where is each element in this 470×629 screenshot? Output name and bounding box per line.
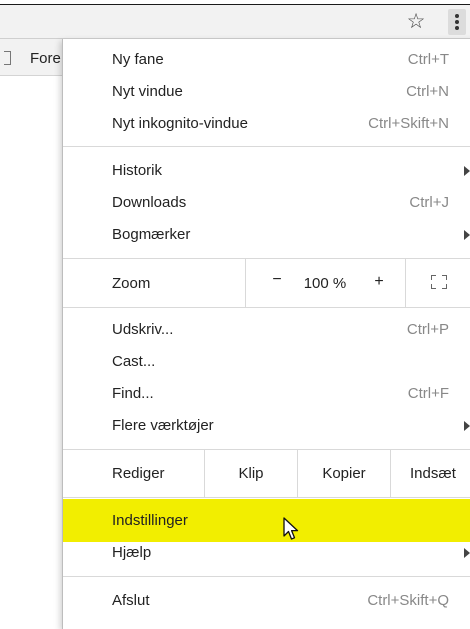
menu-separator [63, 307, 470, 308]
zoom-divider [245, 259, 246, 307]
menu-item-shortcut: Ctrl+J [409, 194, 449, 211]
menu-item-exit[interactable]: Afslut Ctrl+Skift+Q [63, 585, 470, 617]
menu-item-label: Indstillinger [112, 512, 188, 529]
paste-button[interactable]: Indsæt [391, 465, 470, 482]
menu-item-more-tools[interactable]: Flere værktøjer [63, 410, 470, 442]
menu-item-label: Cast... [112, 353, 156, 370]
menu-item-new-tab[interactable]: Ny fane Ctrl+T [63, 44, 470, 76]
menu-item-new-window[interactable]: Nyt vindue Ctrl+N [63, 76, 470, 108]
mouse-pointer-icon [283, 517, 299, 540]
menu-item-label: Nyt vindue [112, 83, 183, 100]
menu-separator [63, 146, 470, 147]
submenu-arrow-icon [464, 548, 470, 558]
zoom-level: 100 % [303, 275, 347, 292]
menu-item-label: Ny fane [112, 51, 164, 68]
browser-toolbar: ☆ [0, 5, 470, 39]
menu-separator [63, 576, 470, 577]
menu-item-help[interactable]: Hjælp [63, 537, 470, 569]
cut-button[interactable]: Klip [205, 465, 297, 482]
menu-item-settings[interactable]: Indstillinger [63, 505, 470, 537]
menu-item-label: Flere værktøjer [112, 417, 214, 434]
bookmarks-bar: Fore [0, 39, 70, 76]
menu-item-downloads[interactable]: Downloads Ctrl+J [63, 187, 470, 219]
menu-item-shortcut: Ctrl+T [407, 51, 449, 68]
menu-separator [63, 497, 470, 498]
menu-item-shortcut: Ctrl+P [406, 321, 449, 338]
submenu-arrow-icon [464, 230, 470, 240]
zoom-out-button[interactable]: − [269, 271, 285, 289]
kebab-menu-icon[interactable] [448, 9, 466, 35]
menu-item-shortcut: Ctrl+Skift+N [368, 115, 449, 132]
menu-separator [63, 449, 470, 450]
menu-item-label: Hjælp [112, 544, 152, 561]
zoom-in-button[interactable]: + [371, 273, 387, 291]
chrome-main-menu: Ny fane Ctrl+T Nyt vindue Ctrl+N Nyt ink… [62, 39, 470, 629]
edit-label: Rediger [112, 465, 165, 482]
zoom-label: Zoom [112, 275, 151, 292]
menu-item-shortcut: Ctrl+Skift+Q [367, 592, 449, 609]
fullscreen-icon[interactable] [431, 275, 447, 289]
zoom-divider [405, 259, 406, 307]
menu-separator [63, 258, 470, 259]
menu-item-label: Nyt inkognito-vindue [112, 115, 248, 132]
menu-item-label: Udskriv... [112, 321, 174, 338]
menu-item-label: Historik [112, 162, 163, 179]
bookmark-item-label[interactable]: Fore [30, 50, 61, 67]
menu-item-print[interactable]: Udskriv... Ctrl+P [63, 314, 470, 346]
menu-item-cast[interactable]: Cast... [63, 346, 470, 378]
bookmark-folder-icon [4, 51, 11, 65]
menu-item-find[interactable]: Find... Ctrl+F [63, 378, 470, 410]
menu-item-label: Find... [112, 385, 154, 402]
submenu-arrow-icon [464, 421, 470, 431]
menu-item-new-incognito-window[interactable]: Nyt inkognito-vindue Ctrl+Skift+N [63, 108, 470, 140]
menu-item-label: Bogmærker [112, 226, 191, 243]
menu-item-shortcut: Ctrl+N [406, 83, 449, 100]
menu-item-label: Downloads [112, 194, 187, 211]
menu-item-bookmarks[interactable]: Bogmærker [63, 219, 470, 251]
copy-button[interactable]: Kopier [298, 465, 390, 482]
menu-item-label: Afslut [112, 592, 150, 609]
star-icon[interactable]: ☆ [404, 10, 428, 34]
menu-item-shortcut: Ctrl+F [407, 385, 449, 402]
submenu-arrow-icon [464, 166, 470, 176]
page-content [0, 76, 62, 615]
menu-item-history[interactable]: Historik [63, 155, 470, 187]
